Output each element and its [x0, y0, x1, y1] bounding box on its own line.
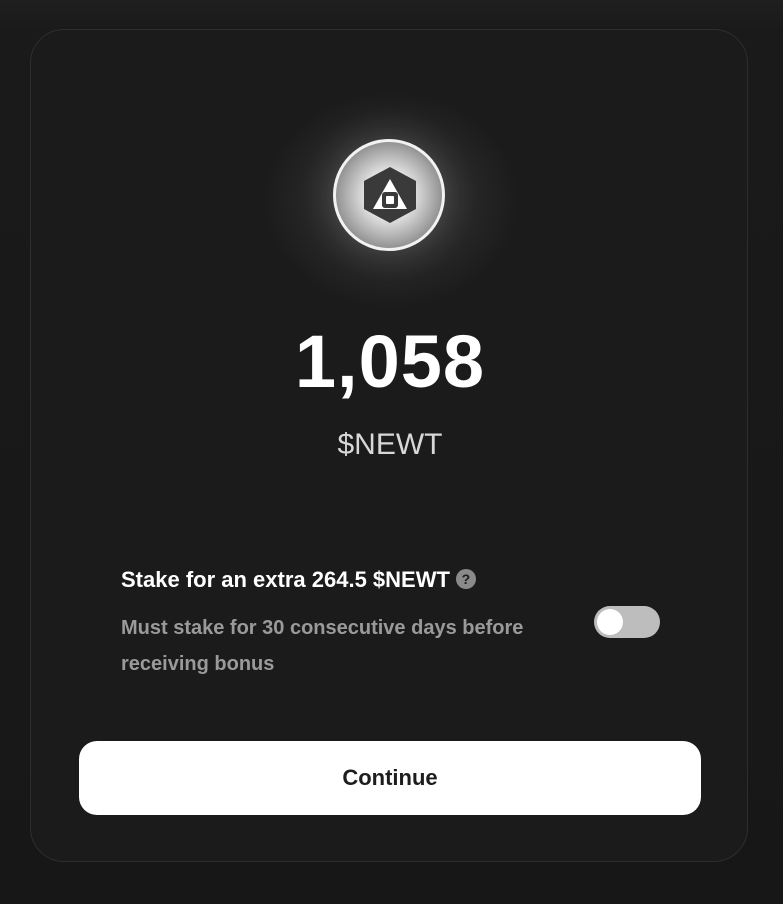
- stake-toggle[interactable]: [594, 606, 660, 638]
- stake-reward-card: 1,058 $NEWT Stake for an extra 264.5 $NE…: [30, 29, 748, 862]
- stake-bonus-title: Stake for an extra 264.5 $NEWT?: [121, 566, 476, 594]
- token-symbol: $NEWT: [337, 428, 443, 461]
- toggle-knob: [597, 609, 623, 635]
- newton-logo-glyph: [364, 167, 416, 223]
- stake-bonus-title-text: Stake for an extra 264.5 $NEWT: [121, 567, 450, 592]
- continue-button[interactable]: Continue: [79, 741, 701, 815]
- newton-logo-icon: [333, 139, 445, 251]
- reward-amount: 1,058: [294, 320, 486, 403]
- help-icon[interactable]: ?: [455, 569, 476, 590]
- stake-bonus-description: Must stake for 30 consecutive days befor…: [121, 617, 524, 675]
- page: 1,058 $NEWT Stake for an extra 264.5 $NE…: [0, 0, 783, 904]
